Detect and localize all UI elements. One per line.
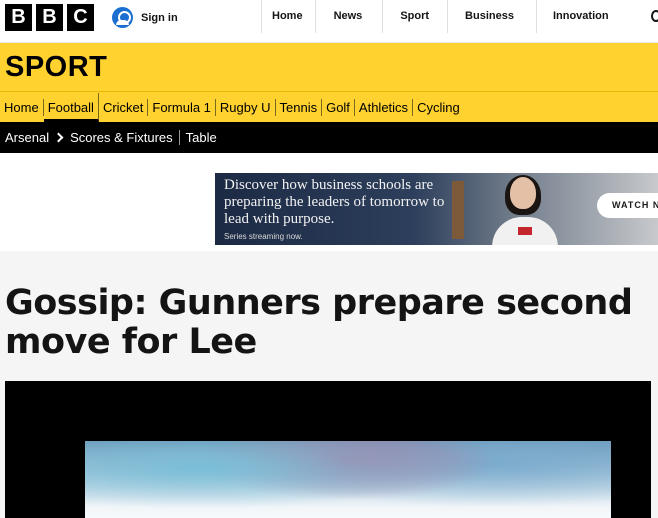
sport-nav-athletics[interactable]: Athletics: [355, 98, 414, 116]
global-nav-home[interactable]: Home: [261, 0, 315, 33]
advertisement-banner[interactable]: Discover how business schools are prepar…: [215, 173, 658, 245]
article-hero-image: [85, 441, 611, 518]
sign-in-button[interactable]: Sign in: [112, 7, 178, 28]
scores-fixtures-link[interactable]: Scores & Fixtures: [70, 130, 179, 145]
ad-small-print: Series streaming now.: [224, 232, 303, 241]
global-nav: Home News Sport Business Innovation: [261, 0, 633, 33]
ad-person-image: [490, 175, 560, 245]
breadcrumb-arsenal[interactable]: Arsenal: [0, 130, 49, 145]
sport-nav-tennis[interactable]: Tennis: [276, 98, 323, 116]
sport-nav-cycling[interactable]: Cycling: [413, 99, 464, 116]
article-media[interactable]: [5, 381, 651, 518]
sport-header: SPORT: [0, 43, 658, 91]
bbc-logo[interactable]: B B C: [5, 4, 94, 31]
user-icon: [112, 7, 133, 28]
sport-nav-golf[interactable]: Golf: [322, 98, 355, 116]
sport-nav-formula-1[interactable]: Formula 1: [148, 98, 216, 116]
more-menu-icon[interactable]: [651, 10, 658, 22]
sport-title[interactable]: SPORT: [5, 51, 107, 84]
nav-separator: [178, 130, 180, 145]
ad-headline: Discover how business schools are prepar…: [224, 177, 445, 227]
sign-in-label: Sign in: [141, 11, 178, 24]
ad-area: Discover how business schools are prepar…: [0, 153, 658, 251]
team-sub-nav: Arsenal Scores & Fixtures Table: [0, 122, 658, 153]
bbc-logo-block: B: [36, 4, 63, 31]
global-nav-innovation[interactable]: Innovation: [535, 0, 633, 33]
sport-nav-football[interactable]: Football: [43, 92, 99, 122]
article: Gossip: Gunners prepare second move for …: [0, 251, 658, 518]
ad-watch-button[interactable]: WATCH N: [597, 193, 658, 218]
article-headline: Gossip: Gunners prepare second move for …: [5, 283, 633, 362]
global-nav-business[interactable]: Business: [447, 0, 536, 33]
global-header: B B C Sign in Home News Sport Business I…: [0, 0, 658, 43]
bbc-logo-block: B: [5, 4, 32, 31]
global-nav-news[interactable]: News: [314, 0, 383, 33]
sport-nav: Home Football Cricket Formula 1 Rugby U …: [0, 91, 658, 122]
chevron-right-icon: [53, 132, 64, 143]
sport-nav-home[interactable]: Home: [0, 98, 44, 116]
bbc-logo-block: C: [67, 4, 94, 31]
table-link[interactable]: Table: [186, 130, 223, 145]
sport-nav-rugby-union[interactable]: Rugby U: [216, 98, 276, 116]
sport-nav-cricket[interactable]: Cricket: [99, 98, 149, 116]
global-nav-sport[interactable]: Sport: [382, 0, 447, 33]
